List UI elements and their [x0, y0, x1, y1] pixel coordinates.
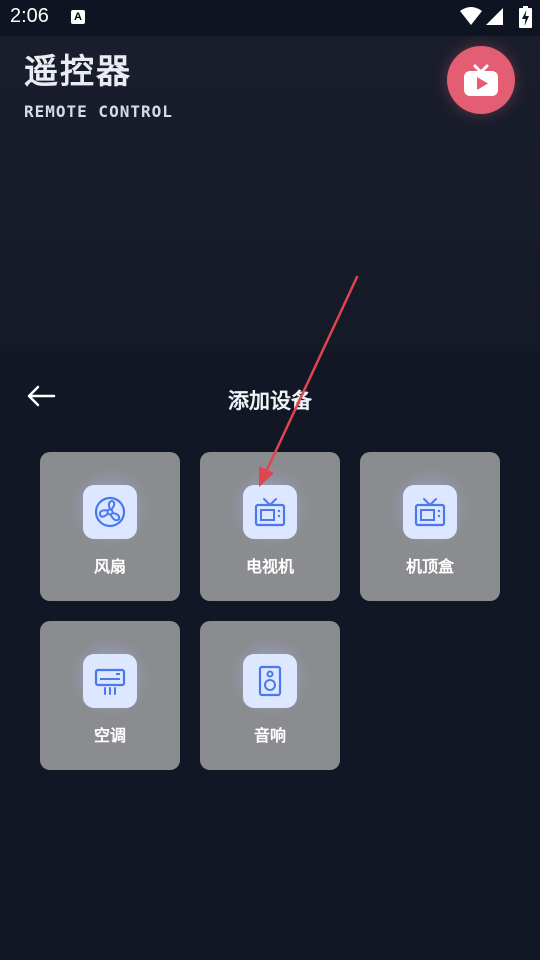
- a-icon: A: [71, 10, 85, 24]
- air-conditioner-icon: [94, 668, 126, 695]
- device-label: 音响: [253, 726, 286, 745]
- icon-tile: [243, 654, 297, 708]
- icon-tile: [83, 654, 137, 708]
- icon-tile: [403, 485, 457, 539]
- tv-icon: [254, 498, 286, 527]
- tv-icon: [414, 498, 446, 527]
- wifi-icon: [460, 7, 482, 25]
- app-header: 遥控器 REMOTE CONTROL: [0, 36, 540, 351]
- icon-tile: [243, 485, 297, 539]
- add-device-sheet: 添加设备 风扇 电视机 机顶盒 空调 音响: [0, 351, 540, 960]
- device-card-tv[interactable]: 电视机: [200, 452, 340, 601]
- signal-icon: [486, 8, 503, 25]
- device-card-fan[interactable]: 风扇: [40, 452, 180, 601]
- device-label: 空调: [93, 726, 126, 745]
- status-time: 2:06: [10, 5, 49, 27]
- device-label: 风扇: [93, 557, 126, 576]
- tv-play-icon: [464, 64, 498, 96]
- app-subtitle: REMOTE CONTROL: [24, 102, 173, 121]
- status-bar: 2:06 A: [0, 0, 540, 36]
- device-card-set-top-box[interactable]: 机顶盒: [360, 452, 500, 601]
- video-button[interactable]: [447, 46, 515, 114]
- icon-tile: [83, 485, 137, 539]
- device-label: 机顶盒: [405, 557, 454, 576]
- app-title: 遥控器: [24, 52, 132, 92]
- device-card-air-conditioner[interactable]: 空调: [40, 621, 180, 770]
- fan-icon: [94, 496, 126, 528]
- device-label: 电视机: [245, 557, 294, 576]
- device-card-speaker[interactable]: 音响: [200, 621, 340, 770]
- battery-charging-icon: [519, 6, 532, 28]
- sheet-title: 添加设备: [228, 389, 312, 413]
- speaker-icon: [258, 665, 282, 697]
